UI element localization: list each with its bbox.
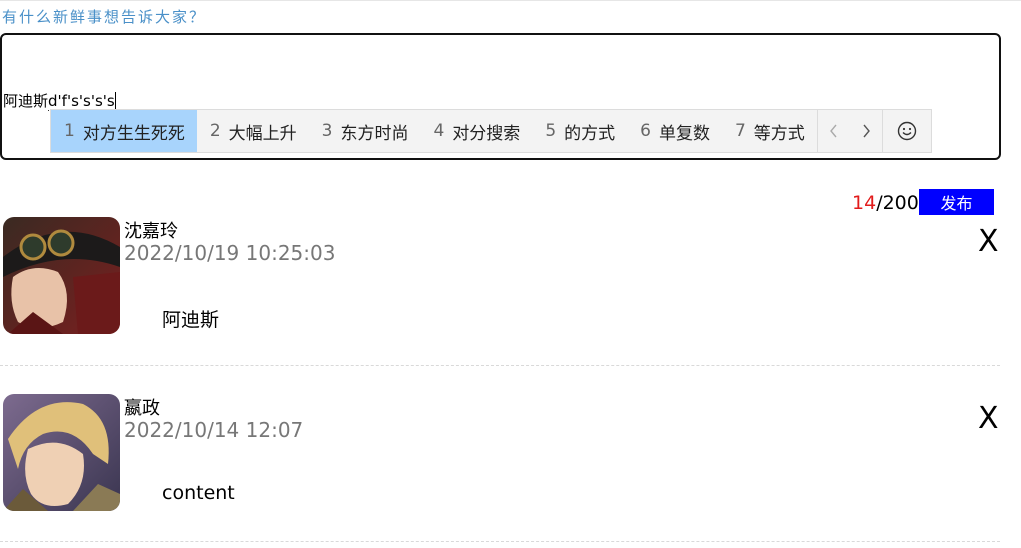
candidate-number: 1	[64, 121, 75, 141]
avatar	[3, 217, 120, 334]
candidate-number: 5	[545, 121, 557, 141]
ime-candidate[interactable]: 4 对分搜索	[420, 110, 532, 152]
ime-candidate[interactable]: 2 大幅上升	[197, 110, 309, 152]
post-content: 阿迪斯	[162, 309, 220, 331]
candidate-text: 等方式	[753, 123, 805, 144]
delete-button[interactable]: X	[978, 227, 999, 257]
ime-candidate[interactable]: 1 对方生生死死	[51, 110, 197, 152]
smiley-icon[interactable]	[881, 110, 931, 152]
post-content: content	[162, 482, 235, 504]
candidate-text: 单复数	[658, 123, 710, 144]
char-counter: 14/200	[852, 192, 919, 214]
ime-candidate[interactable]: 3 东方时尚	[309, 110, 421, 152]
candidate-text: 的方式	[564, 123, 616, 144]
ime-candidate-bar: 1 对方生生死死 2 大幅上升 3 东方时尚 4 对分搜索 5 的方式 6 单复数 7 等方式	[50, 109, 932, 153]
candidate-number: 6	[640, 121, 651, 141]
compose-prompt: 有什么新鲜事想告诉大家？	[2, 8, 207, 26]
post-author: 嬴政	[124, 398, 160, 419]
candidate-text: 大幅上升	[228, 123, 297, 144]
candidate-number: 7	[734, 121, 746, 141]
candidate-number: 2	[209, 121, 221, 141]
post-divider	[0, 541, 1000, 542]
candidate-number: 3	[321, 121, 333, 141]
chevron-right-icon[interactable]	[850, 110, 882, 152]
post-time: 2022/10/14 12:07	[124, 418, 304, 442]
post-divider	[0, 365, 1000, 366]
post-time: 2022/10/19 10:25:03	[124, 241, 336, 265]
candidate-text: 对分搜索	[452, 123, 521, 144]
post-item: 沈嘉玲 2022/10/19 10:25:03 阿迪斯 X	[0, 217, 1000, 367]
post-author: 沈嘉玲	[124, 221, 178, 242]
candidate-text: 东方时尚	[340, 123, 409, 144]
candidate-number: 4	[433, 121, 445, 141]
chevron-left-icon[interactable]	[816, 110, 850, 152]
post-item: 嬴政 2022/10/14 12:07 content X	[0, 394, 1000, 544]
committed-text: 阿迪斯	[3, 92, 49, 110]
publish-button[interactable]: 发布	[919, 189, 994, 215]
char-count-current: 14	[852, 192, 877, 214]
delete-button[interactable]: X	[978, 404, 999, 434]
ime-candidate[interactable]: 7 等方式	[722, 110, 817, 152]
candidate-text: 对方生生死死	[82, 123, 185, 144]
text-caret	[114, 92, 116, 109]
compose-text: 阿迪斯d'f's's's's	[3, 90, 116, 111]
char-count-max: 200	[882, 192, 919, 214]
avatar	[3, 394, 120, 511]
ime-candidate[interactable]: 6 单复数	[627, 110, 722, 152]
top-divider	[0, 0, 1021, 1]
ime-candidate[interactable]: 5 的方式	[532, 110, 627, 152]
